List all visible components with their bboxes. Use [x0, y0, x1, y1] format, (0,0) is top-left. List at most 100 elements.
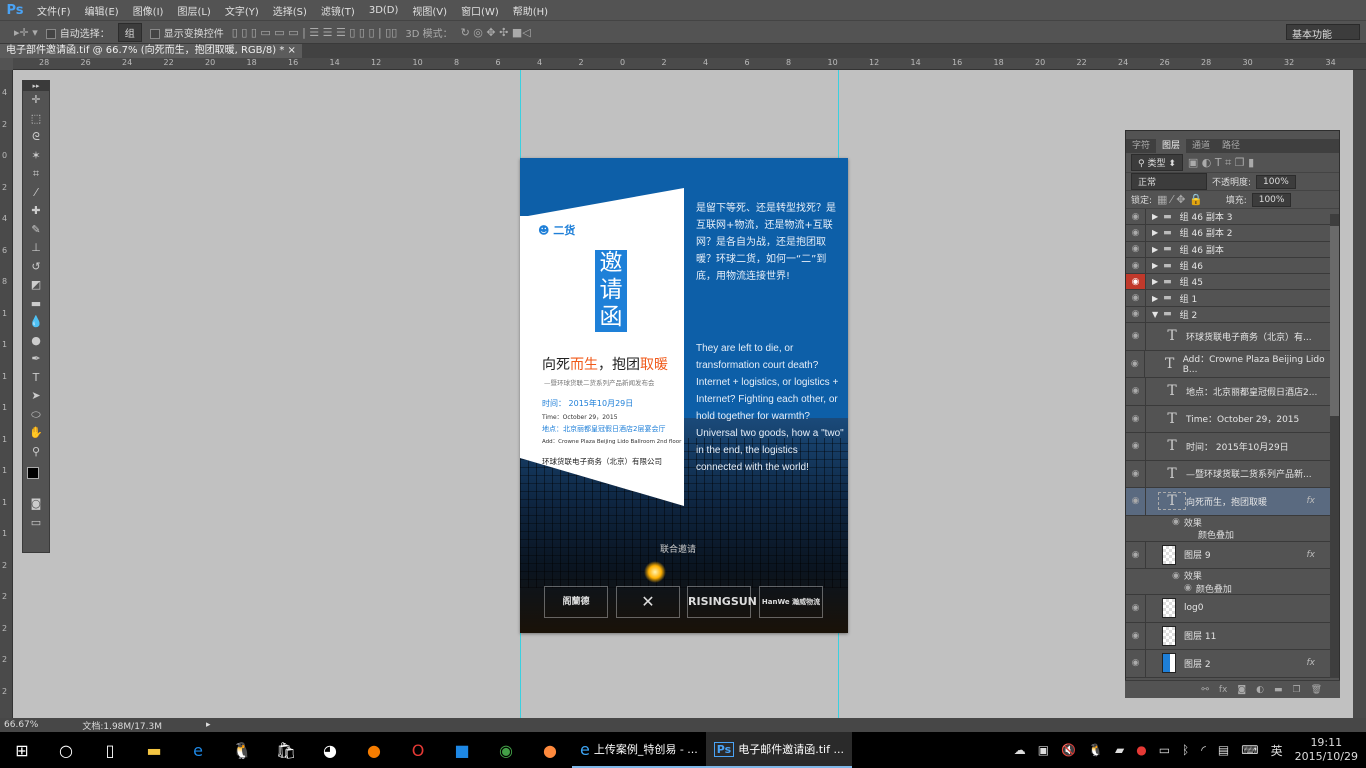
effects-eye-icon[interactable]: ◉: [1172, 517, 1180, 527]
file-explorer-icon[interactable]: ▬: [132, 741, 176, 760]
collapsed-arrow-icon[interactable]: ▶: [1152, 212, 1158, 221]
color-overlay-row[interactable]: 颜色叠加: [1126, 529, 1331, 542]
3d-tool-icons[interactable]: ↻ ◎ ✥ ✣ ■◁: [461, 26, 531, 39]
marquee-tool-icon[interactable]: ⬚: [23, 110, 49, 129]
task-view-icon[interactable]: ▯: [88, 741, 132, 760]
visibility-eye-icon[interactable]: ◉: [1126, 306, 1146, 323]
fx-icon[interactable]: fx: [1307, 496, 1316, 506]
opera-icon[interactable]: O: [396, 741, 440, 760]
menu-window[interactable]: 窗口(W): [454, 3, 506, 18]
visibility-eye-icon[interactable]: ◉: [1126, 650, 1146, 677]
auto-select-dropdown[interactable]: 组: [117, 22, 142, 42]
taskbar-ie-window[interactable]: e 上传案例_特创易 - ...: [572, 732, 706, 768]
effects-eye-icon[interactable]: ◉: [1172, 571, 1180, 581]
collapsed-arrow-icon[interactable]: ▶: [1152, 245, 1158, 254]
visibility-eye-icon[interactable]: ◉: [1126, 622, 1146, 650]
taskbar-photoshop-window[interactable]: Ps 电子邮件邀请函.tif ...: [705, 732, 852, 768]
align-icons[interactable]: ▯ ▯ ▯ ▭ ▭ ▭ | ☰ ☰ ☰ ▯ ▯ ▯ | ▯▯: [232, 26, 398, 39]
text-layer[interactable]: ◉ T Time：October 29，2015: [1126, 405, 1331, 434]
stamp-tool-icon[interactable]: ⊥: [23, 239, 49, 258]
visibility-eye-icon[interactable]: ◉: [1126, 405, 1146, 433]
foreground-color[interactable]: [27, 467, 39, 479]
collapsed-arrow-icon[interactable]: ▶: [1152, 261, 1158, 270]
menu-filter[interactable]: 滤镜(T): [314, 3, 362, 18]
fill-input[interactable]: 100%: [1251, 192, 1292, 207]
effects-eye-icon[interactable]: ◉: [1184, 583, 1192, 593]
blur-tool-icon[interactable]: 💧: [23, 313, 49, 332]
zoom-tool-icon[interactable]: ⚲: [23, 443, 49, 462]
pixel-layer[interactable]: ◉ 图层 11: [1126, 622, 1331, 651]
fx-icon[interactable]: fx: [1307, 550, 1316, 560]
antivirus-icon[interactable]: ●: [1136, 743, 1146, 757]
visibility-eye-icon[interactable]: ◉: [1126, 257, 1146, 274]
magic-wand-icon[interactable]: ✶: [23, 147, 49, 166]
visibility-eye-icon[interactable]: ◉: [1126, 350, 1145, 378]
edge-icon[interactable]: e: [176, 741, 220, 760]
tab-character[interactable]: 字符: [1126, 139, 1156, 153]
volume-muted-icon[interactable]: 🔇: [1061, 743, 1076, 757]
fx-icon[interactable]: fx: [1219, 685, 1228, 695]
menu-image[interactable]: 图像(I): [126, 3, 171, 18]
history-brush-icon[interactable]: ↺: [23, 258, 49, 277]
layer-group[interactable]: ◉ ▶ ▬ 组 46 副本 3: [1126, 209, 1331, 226]
text-layer[interactable]: ◉ T —暨环球货联二货系列产品新...: [1126, 460, 1331, 489]
clock[interactable]: 19:11 2015/10/29: [1295, 736, 1358, 764]
layer-group[interactable]: ◉ ▶ ▬ 组 45: [1126, 274, 1331, 291]
selected-text-layer[interactable]: ◉ T 向死而生，抱团取暖 fx: [1126, 488, 1331, 516]
visibility-eye-icon[interactable]: ◉: [1126, 433, 1146, 460]
menu-3d[interactable]: 3D(D): [362, 5, 406, 16]
wifi-icon[interactable]: ◜: [1201, 743, 1206, 757]
show-transform-checkbox[interactable]: 显示变换控件: [149, 25, 224, 40]
layer-filter-dropdown[interactable]: ⚲ 类型 ⬍: [1131, 154, 1183, 171]
auto-select-checkbox[interactable]: 自动选择：: [45, 25, 110, 40]
pixel-layer[interactable]: ◉ 图层 9 fx: [1126, 541, 1331, 570]
qq-tray-icon[interactable]: 🐧: [1088, 743, 1103, 757]
visibility-eye-icon[interactable]: ◉: [1126, 225, 1146, 241]
layer-group[interactable]: ◉ ▶ ▬ 组 46: [1126, 257, 1331, 275]
brush-tool-icon[interactable]: ✎: [23, 221, 49, 240]
visibility-eye-icon[interactable]: ◉: [1126, 541, 1146, 569]
effects-row[interactable]: ◉ 效果: [1126, 569, 1331, 583]
qq-icon[interactable]: 🐧: [220, 741, 264, 760]
expanded-arrow-icon[interactable]: ▼: [1152, 310, 1158, 319]
visibility-eye-icon[interactable]: ◉: [1126, 241, 1146, 257]
store-icon[interactable]: 🛍: [264, 741, 308, 760]
color-swatches[interactable]: [23, 461, 49, 495]
maxthon-icon[interactable]: ■: [440, 741, 484, 760]
menu-help[interactable]: 帮助(H): [506, 3, 555, 18]
trash-icon[interactable]: 🗑: [1311, 685, 1322, 695]
app-tray-icon[interactable]: ▣: [1038, 743, 1049, 757]
adjustment-icon[interactable]: ◐: [1256, 685, 1264, 695]
filter-icons[interactable]: ▣ ◐ T ⌗ ❐ ▮: [1188, 156, 1254, 170]
blend-mode-dropdown[interactable]: 正常: [1131, 173, 1207, 190]
visibility-eye-icon[interactable]: ◉: [1126, 460, 1146, 488]
dodge-tool-icon[interactable]: ●: [23, 332, 49, 351]
color-overlay-row[interactable]: ◉ 颜色叠加: [1126, 582, 1331, 596]
notification-icon[interactable]: ▤: [1218, 743, 1229, 757]
link-icon[interactable]: ⚯: [1201, 685, 1209, 695]
menu-type[interactable]: 文字(Y): [218, 3, 266, 18]
type-tool-icon[interactable]: T: [23, 369, 49, 388]
crop-tool-icon[interactable]: ⌗: [23, 165, 49, 184]
ellipse-tool-icon[interactable]: ⬭: [23, 406, 49, 425]
text-layer[interactable]: ◉ T 时间： 2015年10月29日: [1126, 433, 1331, 461]
visibility-eye-icon[interactable]: ◉: [1126, 274, 1146, 290]
visibility-eye-icon[interactable]: ◉: [1126, 323, 1146, 350]
move-tool-icon[interactable]: ▸✛ ▾: [14, 26, 38, 39]
lasso-tool-icon[interactable]: ᘓ: [23, 128, 49, 147]
move-tool-icon[interactable]: ✛: [23, 91, 49, 110]
tab-channels[interactable]: 通道: [1186, 139, 1216, 153]
eyedropper-icon[interactable]: ⁄: [23, 184, 49, 203]
onedrive-icon[interactable]: ☁: [1014, 743, 1026, 757]
visibility-eye-icon[interactable]: ◉: [1126, 209, 1146, 225]
toolbox-header[interactable]: ▸▸: [23, 81, 49, 91]
poster-document[interactable]: ☻ 二货 邀请函 向死而生，抱团取暖 —暨环球货联二货系列产品新闻发布会 时间：…: [520, 158, 848, 633]
canvas-scrollbar[interactable]: [1353, 70, 1366, 718]
menu-view[interactable]: 视图(V): [405, 3, 454, 18]
zoom-level[interactable]: 66.67%: [4, 720, 38, 730]
healing-brush-icon[interactable]: ✚: [23, 202, 49, 221]
visibility-eye-icon[interactable]: ◉: [1126, 378, 1146, 405]
keyboard-icon[interactable]: ⌨: [1241, 743, 1258, 757]
opacity-input[interactable]: 100%: [1256, 174, 1296, 189]
document-tab[interactable]: 电子部件邀请函.tif @ 66.7% (向死而生，抱团取暖, RGB/8) *…: [0, 44, 302, 58]
